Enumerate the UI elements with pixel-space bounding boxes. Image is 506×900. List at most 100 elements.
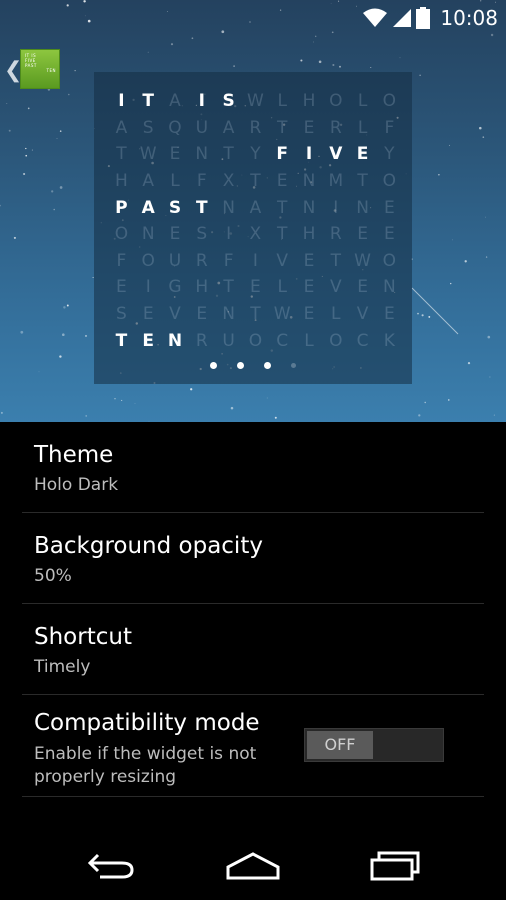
star — [417, 312, 419, 315]
grid-letter: E — [142, 304, 154, 325]
grid-letter: L — [331, 304, 341, 325]
grid-letter: E — [303, 250, 315, 271]
grid-letter: L — [357, 117, 368, 138]
grid-letter: O — [141, 250, 155, 271]
grid-letter: O — [329, 330, 343, 351]
grid-letter: N — [222, 304, 235, 325]
grid-letter: N — [141, 224, 155, 245]
grid-letter: N — [195, 144, 209, 165]
star — [6, 103, 8, 104]
grid-row: TWENTYFIVEY — [108, 141, 403, 168]
star — [20, 330, 24, 334]
grid-row: ONESIXTHREE — [108, 221, 403, 248]
setting-background-opacity[interactable]: Background opacity 50% — [22, 513, 484, 604]
star — [147, 51, 149, 53]
grid-letter: V — [169, 304, 181, 325]
setting-value: 50% — [34, 566, 72, 586]
grid-letter: N — [356, 197, 369, 218]
grid-letter: N — [383, 277, 396, 298]
grid-letter: I — [305, 144, 313, 165]
word-clock-widget-preview[interactable]: ITAISWLHOLOASQUARTERLFTWENTYFIVEYHALFXTE… — [94, 72, 412, 384]
star — [313, 41, 314, 43]
setting-compatibility-mode[interactable]: Compatibility mode Enable if the widget … — [22, 695, 484, 797]
grid-letter: N — [302, 197, 316, 218]
grid-letter: E — [116, 277, 127, 298]
grid-letter: E — [303, 277, 315, 298]
grid-letter: E — [196, 304, 208, 325]
grid-row: ASQUARTERLF — [108, 115, 403, 142]
grid-letter: E — [303, 117, 315, 138]
grid-letter: I — [226, 224, 232, 245]
grid-letter: T — [330, 250, 341, 271]
page-indicator — [94, 362, 412, 369]
shooting-star — [411, 287, 459, 335]
grid-row: PASTNATNINE — [108, 194, 403, 221]
grid-letter: V — [329, 277, 342, 298]
grid-letter: T — [250, 304, 261, 325]
grid-letter: A — [169, 91, 181, 112]
grid-letter: E — [250, 277, 261, 298]
grid-letter: T — [142, 91, 154, 112]
grid-letter: C — [276, 330, 289, 351]
star — [464, 260, 467, 263]
grid-letter: S — [196, 224, 208, 245]
app-icon[interactable]: IT IS FIVE PAST TEN — [20, 49, 60, 89]
star — [467, 361, 471, 365]
star — [450, 282, 452, 285]
recents-button[interactable] — [365, 846, 425, 886]
star — [399, 57, 401, 59]
grid-letter: E — [357, 277, 368, 298]
star — [38, 371, 40, 373]
clock-time: 10:08 — [440, 6, 498, 30]
grid-letter: I — [145, 277, 151, 298]
setting-value: Holo Dark — [34, 475, 119, 495]
grid-letter: O — [382, 250, 397, 271]
star — [25, 154, 28, 157]
star — [68, 93, 70, 96]
grid-letter: T — [115, 330, 128, 351]
grid-letter: T — [223, 144, 234, 165]
star — [134, 403, 136, 404]
star — [370, 67, 372, 69]
star — [191, 37, 194, 40]
grid-letter: T — [250, 171, 261, 192]
setting-title: Shortcut — [34, 624, 132, 650]
star — [51, 190, 54, 193]
grid-letter: A — [141, 197, 155, 218]
star — [274, 416, 277, 419]
grid-letter: L — [357, 91, 368, 112]
grid-letter: E — [383, 197, 395, 218]
home-button[interactable] — [223, 846, 283, 886]
grid-letter: W — [139, 144, 157, 165]
setting-value: Timely — [34, 657, 91, 677]
grid-letter: S — [116, 304, 127, 325]
grid-letter: P — [115, 197, 128, 218]
grid-letter: N — [167, 330, 183, 351]
star — [448, 399, 450, 401]
setting-shortcut[interactable]: Shortcut Timely — [22, 604, 484, 695]
grid-letter: A — [142, 171, 155, 192]
star — [0, 411, 3, 414]
grid-letter: R — [329, 224, 342, 245]
setting-theme[interactable]: Theme Holo Dark — [22, 422, 484, 513]
page-dot — [210, 362, 217, 369]
back-button[interactable] — [81, 846, 141, 886]
grid-letter: T — [116, 144, 127, 165]
star — [300, 59, 303, 62]
compatibility-toggle[interactable]: OFF — [304, 728, 444, 762]
grid-letter: O — [382, 171, 397, 192]
grid-letter: X — [249, 224, 262, 245]
grid-letter: E — [142, 330, 154, 351]
star — [56, 138, 58, 139]
grid-letter: T — [223, 277, 234, 298]
grid-row: FOURFIVETWO — [108, 248, 403, 275]
setting-title: Theme — [34, 442, 114, 468]
grid-letter: F — [223, 250, 234, 271]
grid-letter: A — [249, 197, 262, 218]
star — [121, 399, 123, 401]
grid-letter: T — [276, 197, 288, 218]
star — [332, 63, 335, 67]
setting-title: Compatibility mode — [34, 710, 260, 736]
page-dot — [237, 362, 244, 369]
grid-letter: I — [252, 250, 258, 271]
